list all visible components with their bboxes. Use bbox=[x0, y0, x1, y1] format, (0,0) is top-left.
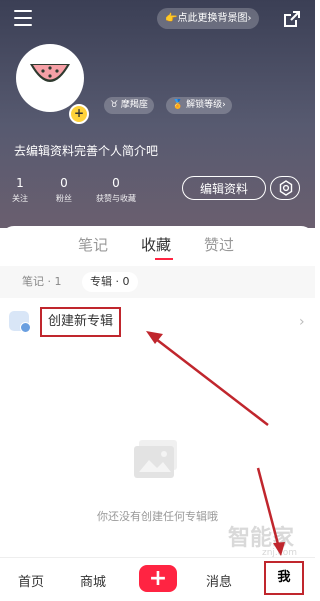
stat-value: 0 bbox=[60, 176, 68, 190]
nav-shop[interactable]: 商城 bbox=[80, 571, 106, 590]
create-album-row[interactable]: 创建新专辑 › bbox=[0, 304, 315, 338]
nav-home[interactable]: 首页 bbox=[18, 571, 44, 590]
watermelon-icon bbox=[30, 64, 70, 82]
tab-collections[interactable]: 收藏 bbox=[141, 234, 171, 255]
bio-text[interactable]: 去编辑资料完善个人简介吧 bbox=[14, 142, 158, 159]
subtab-bar: 笔记 · 1 专辑 · 0 bbox=[0, 266, 315, 298]
stat-likes[interactable]: 0 获赞与收藏 bbox=[96, 176, 136, 204]
edit-profile-button[interactable]: 编辑资料 bbox=[182, 176, 266, 200]
tab-notes[interactable]: 笔记 bbox=[78, 234, 108, 255]
stat-label: 粉丝 bbox=[56, 194, 72, 203]
stat-value: 1 bbox=[16, 176, 24, 190]
chevron-right-icon: › bbox=[299, 314, 305, 330]
bottom-navigation: 首页 商城 + 消息 我 bbox=[0, 557, 315, 601]
stat-following[interactable]: 1 关注 bbox=[12, 176, 28, 204]
tab-liked[interactable]: 赞过 bbox=[204, 234, 234, 255]
profile-header: 👉点此更换背景图› + ♉ 摩羯座 🏅 解锁等级› 去编辑资料完善个人简介吧 1… bbox=[0, 0, 315, 228]
gear-icon bbox=[279, 180, 293, 196]
share-icon[interactable] bbox=[283, 10, 301, 28]
empty-album-icon bbox=[134, 440, 177, 478]
create-post-button[interactable]: + bbox=[139, 565, 177, 592]
change-background-button[interactable]: 👉点此更换背景图› bbox=[157, 8, 260, 29]
active-tab-indicator bbox=[155, 258, 173, 260]
settings-button[interactable] bbox=[270, 176, 300, 200]
stat-value: 0 bbox=[112, 176, 120, 190]
level-tag[interactable]: 🏅 解锁等级› bbox=[166, 97, 232, 114]
nav-me[interactable]: 我 bbox=[264, 561, 304, 595]
subtab-albums[interactable]: 专辑 · 0 bbox=[82, 272, 138, 292]
create-album-button[interactable]: 创建新专辑 bbox=[40, 307, 122, 337]
zodiac-tag: ♉ 摩羯座 bbox=[104, 97, 154, 114]
add-avatar-icon[interactable]: + bbox=[69, 104, 89, 124]
stat-label: 获赞与收藏 bbox=[96, 194, 136, 203]
album-icon bbox=[9, 311, 31, 333]
menu-icon[interactable] bbox=[14, 10, 32, 26]
stat-followers[interactable]: 0 粉丝 bbox=[56, 176, 72, 204]
stat-label: 关注 bbox=[12, 194, 28, 203]
nav-messages[interactable]: 消息 bbox=[206, 571, 232, 590]
subtab-notes[interactable]: 笔记 · 1 bbox=[14, 272, 70, 292]
avatar[interactable] bbox=[16, 44, 84, 112]
